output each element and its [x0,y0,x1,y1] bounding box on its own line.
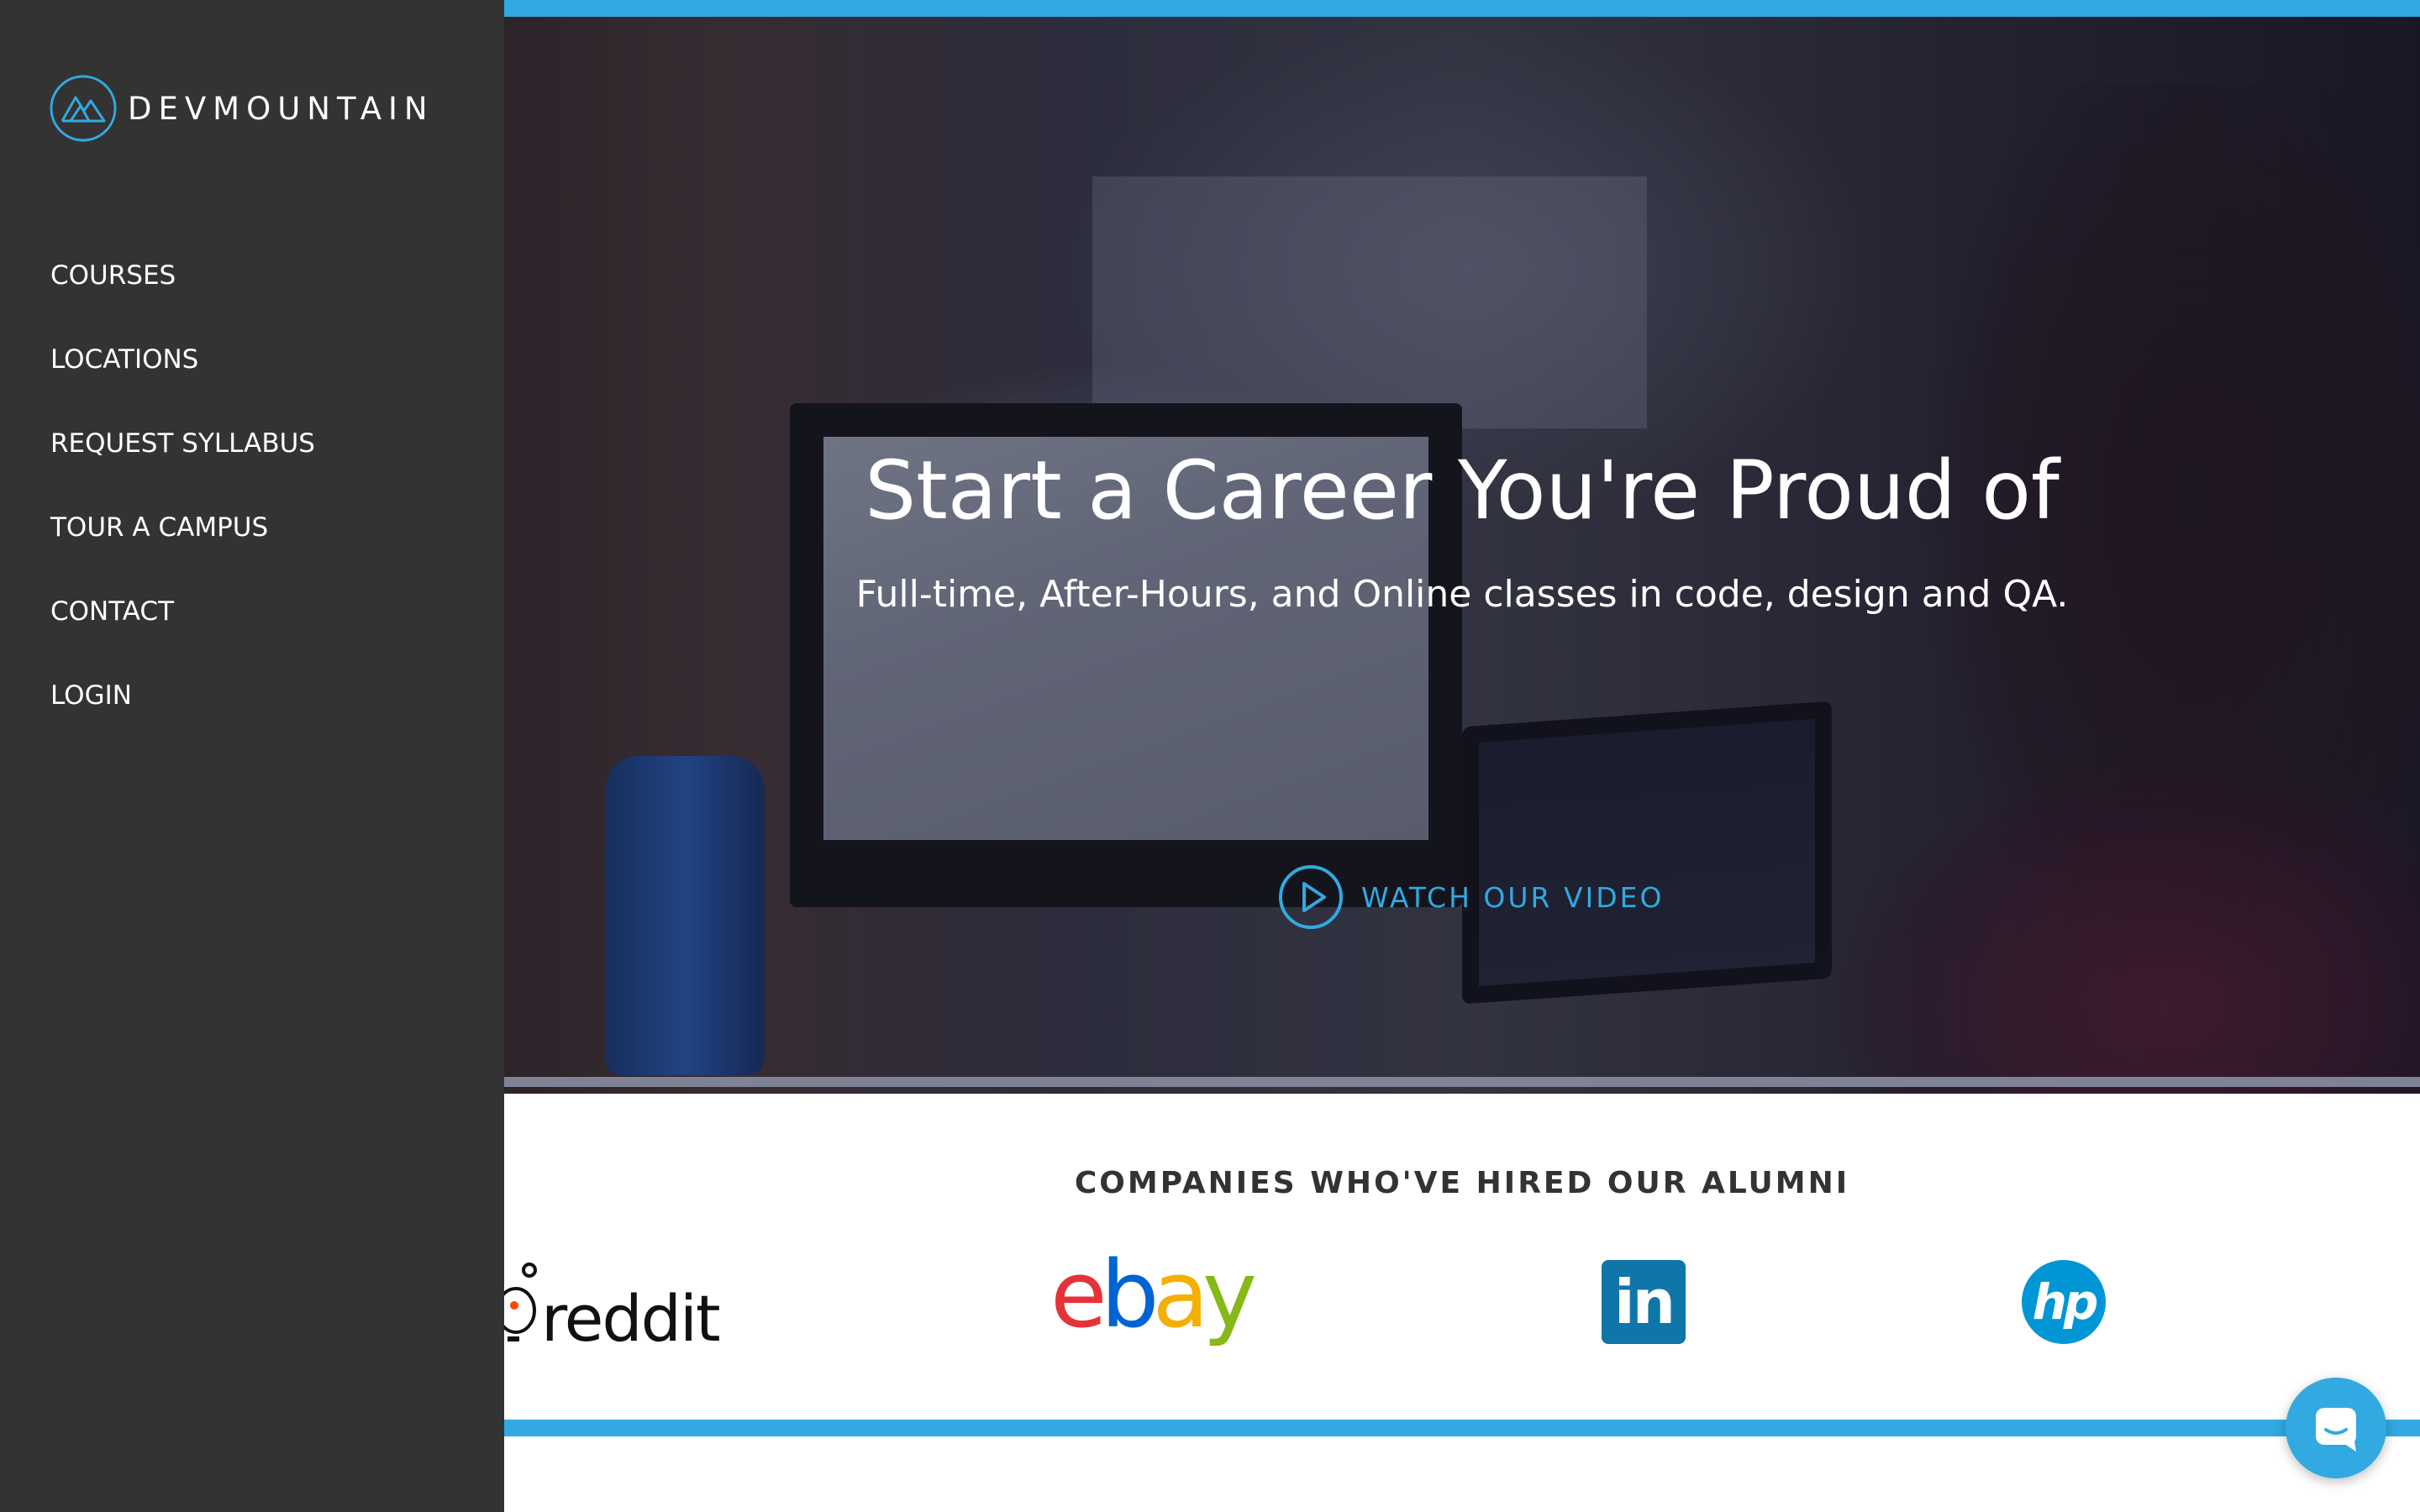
hero-bottom-strip [504,1077,2420,1087]
hp-logo-text: hp [2032,1273,2099,1331]
hero-section: Start a Career You're Proud of Full-time… [504,17,2420,1094]
sidebar-item-request-syllabus[interactable]: REQUEST SYLLABUS [50,425,315,509]
ebay-logo-text: ebay [1050,1241,1257,1348]
companies-title: COMPANIES WHO'VE HIRED OUR ALUMNI [1074,1166,1850,1200]
sidebar-nav: COURSES LOCATIONS REQUEST SYLLABUS TOUR … [50,257,315,761]
sidebar-item-login[interactable]: LOGIN [50,677,315,761]
sidebar-item-locations[interactable]: LOCATIONS [50,341,315,425]
play-circle-icon [1279,865,1343,929]
hero-title: Start a Career You're Proud of [865,444,2060,538]
watch-video-label: WATCH OUR VIDEO [1361,880,1665,914]
companies-section: COMPANIES WHO'VE HIRED OUR ALUMNI reddit… [504,1100,2420,1420]
chat-launcher-button[interactable] [2286,1378,2386,1478]
ebay-letter-a: a [1152,1241,1209,1348]
reddit-logo-text: reddit [541,1281,721,1356]
hero-overlay [504,17,2420,1094]
main-content: Start a Career You're Proud of Full-time… [504,0,2420,1512]
sidebar-item-tour-a-campus[interactable]: TOUR A CAMPUS [50,509,315,593]
hp-logo: hp [2022,1260,2106,1344]
linkedin-logo-text: in [1614,1267,1676,1337]
ebay-letter-y: y [1202,1241,1257,1348]
top-accent-bar [504,0,2420,17]
reddit-alien-icon [504,1263,537,1341]
sidebar-item-contact[interactable]: CONTACT [50,593,315,677]
hero-subtitle: Full-time, After-Hours, and Online class… [855,573,2069,616]
ebay-letter-b: b [1100,1241,1160,1348]
brand-name: DEVMOUNTAIN [128,90,434,127]
ebay-letter-e: e [1050,1241,1107,1348]
linkedin-logo: in [1602,1260,1686,1344]
bottom-accent-bar [504,1420,2420,1436]
brand-logo-link[interactable]: DEVMOUNTAIN [49,74,434,143]
mountain-circle-icon [50,75,117,142]
ebay-logo: ebay [1050,1248,1257,1341]
watch-video-button[interactable]: WATCH OUR VIDEO [1277,864,1665,931]
chat-bubble-icon [2316,1408,2356,1452]
sidebar: DEVMOUNTAIN COURSES LOCATIONS REQUEST SY… [0,0,504,1512]
sidebar-item-courses[interactable]: COURSES [50,257,315,341]
reddit-logo: reddit [504,1258,721,1356]
